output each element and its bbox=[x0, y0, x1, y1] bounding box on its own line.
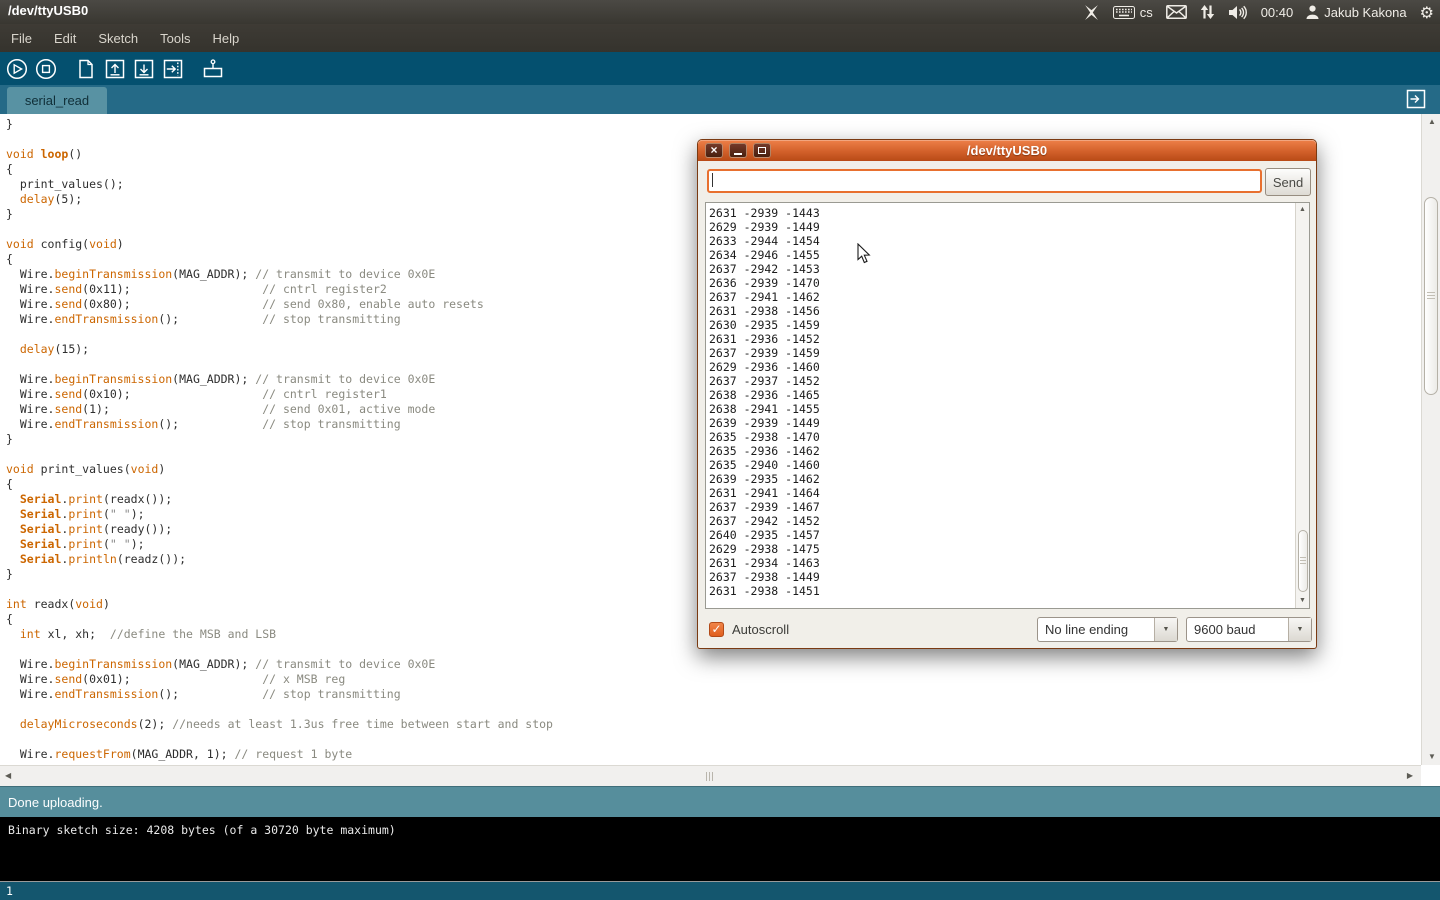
scroll-up-icon[interactable]: ▲ bbox=[1428, 118, 1436, 126]
editor-horizontal-scrollbar[interactable]: ◀ ▶ bbox=[0, 765, 1421, 786]
serial-output-text: 2631 -2939 -14432629 -2939 -14492633 -29… bbox=[706, 203, 1309, 598]
user-icon bbox=[1306, 5, 1319, 19]
mail-indicator-icon[interactable] bbox=[1166, 5, 1187, 19]
serial-scroll-thumb[interactable] bbox=[1298, 530, 1308, 592]
menu-edit[interactable]: Edit bbox=[53, 31, 77, 46]
serial-monitor-icon bbox=[201, 58, 225, 80]
scroll-down-icon[interactable]: ▼ bbox=[1299, 597, 1306, 605]
baud-rate-value: 9600 baud bbox=[1187, 618, 1288, 641]
save-down-arrow-icon bbox=[133, 58, 155, 80]
minimize-icon bbox=[734, 153, 742, 155]
tab-bar: serial_read bbox=[0, 85, 1440, 114]
line-ending-dropdown[interactable]: No line ending ▼ bbox=[1037, 617, 1178, 642]
autoscroll-label: Autoscroll bbox=[732, 622, 789, 637]
send-button-label: Send bbox=[1273, 175, 1303, 190]
network-sync-indicator-icon[interactable] bbox=[1200, 4, 1215, 20]
window-minimize-button[interactable] bbox=[729, 143, 747, 158]
tab-menu-button[interactable] bbox=[1404, 87, 1428, 111]
tab-menu-arrow-icon bbox=[1404, 87, 1428, 111]
stop-button[interactable] bbox=[34, 57, 58, 81]
tab-serial-read[interactable]: serial_read bbox=[7, 87, 107, 114]
session-gear-icon[interactable]: ⚙ bbox=[1420, 3, 1434, 22]
upload-button[interactable] bbox=[161, 57, 185, 81]
chevron-down-icon[interactable]: ▼ bbox=[1154, 618, 1177, 641]
window-close-button[interactable]: × bbox=[705, 143, 723, 158]
scroll-left-icon[interactable]: ◀ bbox=[5, 772, 11, 780]
tab-label: serial_read bbox=[25, 93, 89, 108]
serial-window-title: /dev/ttyUSB0 bbox=[698, 140, 1316, 161]
toolbar bbox=[0, 52, 1440, 85]
hscroll-grip[interactable] bbox=[706, 772, 715, 781]
mouse-cursor bbox=[857, 243, 871, 264]
new-sketch-button[interactable] bbox=[74, 57, 98, 81]
console-output: Binary sketch size: 4208 bytes (of a 307… bbox=[0, 817, 1440, 882]
top-panel: /dev/ttyUSB0 cs 00:40 Jakub Kakona ⚙ bbox=[0, 0, 1440, 24]
upload-right-arrow-icon bbox=[162, 58, 184, 80]
scroll-right-icon[interactable]: ▶ bbox=[1407, 772, 1413, 780]
chevron-down-icon[interactable]: ▼ bbox=[1288, 618, 1311, 641]
autoscroll-checkbox[interactable]: ✓ bbox=[709, 622, 724, 637]
user-menu[interactable]: Jakub Kakona bbox=[1306, 5, 1406, 20]
line-number: 1 bbox=[6, 884, 13, 898]
clock[interactable]: 00:40 bbox=[1261, 5, 1294, 20]
serial-send-input[interactable] bbox=[707, 169, 1262, 193]
close-icon: × bbox=[710, 145, 717, 156]
line-ending-value: No line ending bbox=[1038, 618, 1154, 641]
panel-window-title: /dev/ttyUSB0 bbox=[8, 3, 88, 18]
editor-vertical-scrollbar[interactable]: ▲ ▼ bbox=[1421, 114, 1440, 765]
keyboard-layout-indicator[interactable]: cs bbox=[1113, 5, 1153, 20]
keyboard-icon bbox=[1113, 6, 1135, 19]
window-maximize-button[interactable] bbox=[753, 143, 771, 158]
verify-play-icon bbox=[6, 58, 28, 80]
status-bar: Done uploading. bbox=[0, 786, 1440, 817]
checkmark-icon: ✓ bbox=[711, 622, 721, 636]
stop-icon bbox=[35, 58, 57, 80]
scroll-down-icon[interactable]: ▼ bbox=[1428, 753, 1436, 761]
indicator-applet-icon[interactable] bbox=[1083, 4, 1100, 21]
send-button[interactable]: Send bbox=[1265, 168, 1311, 196]
text-caret bbox=[712, 173, 713, 187]
open-sketch-button[interactable] bbox=[103, 57, 127, 81]
save-sketch-button[interactable] bbox=[132, 57, 156, 81]
serial-monitor-window: × /dev/ttyUSB0 Send 2631 -2939 -14432629… bbox=[697, 139, 1317, 649]
status-message: Done uploading. bbox=[8, 795, 103, 810]
serial-window-titlebar[interactable]: × /dev/ttyUSB0 bbox=[698, 140, 1316, 161]
user-name: Jakub Kakona bbox=[1324, 5, 1406, 20]
menu-sketch[interactable]: Sketch bbox=[97, 31, 139, 46]
verify-button[interactable] bbox=[5, 57, 29, 81]
editor-vscroll-thumb[interactable] bbox=[1424, 197, 1438, 395]
scroll-up-icon[interactable]: ▲ bbox=[1299, 206, 1306, 214]
volume-indicator-icon[interactable] bbox=[1228, 5, 1248, 20]
keyboard-layout-label: cs bbox=[1140, 5, 1153, 20]
open-up-arrow-icon bbox=[104, 58, 126, 80]
console-text: Binary sketch size: 4208 bytes (of a 307… bbox=[8, 823, 396, 837]
maximize-icon bbox=[758, 147, 766, 154]
serial-output-area: 2631 -2939 -14432629 -2939 -14492633 -29… bbox=[705, 202, 1310, 609]
line-number-bar: 1 bbox=[0, 882, 1440, 900]
system-tray: cs 00:40 Jakub Kakona ⚙ bbox=[1083, 0, 1434, 24]
menu-file[interactable]: File bbox=[10, 31, 33, 46]
new-file-icon bbox=[75, 58, 97, 80]
menu-bar: File Edit Sketch Tools Help bbox=[0, 24, 1440, 52]
menu-tools[interactable]: Tools bbox=[159, 31, 191, 46]
menu-help[interactable]: Help bbox=[211, 31, 240, 46]
serial-scrollbar[interactable]: ▲ ▼ bbox=[1295, 203, 1309, 608]
serial-monitor-button[interactable] bbox=[201, 57, 225, 81]
baud-rate-dropdown[interactable]: 9600 baud ▼ bbox=[1186, 617, 1312, 642]
